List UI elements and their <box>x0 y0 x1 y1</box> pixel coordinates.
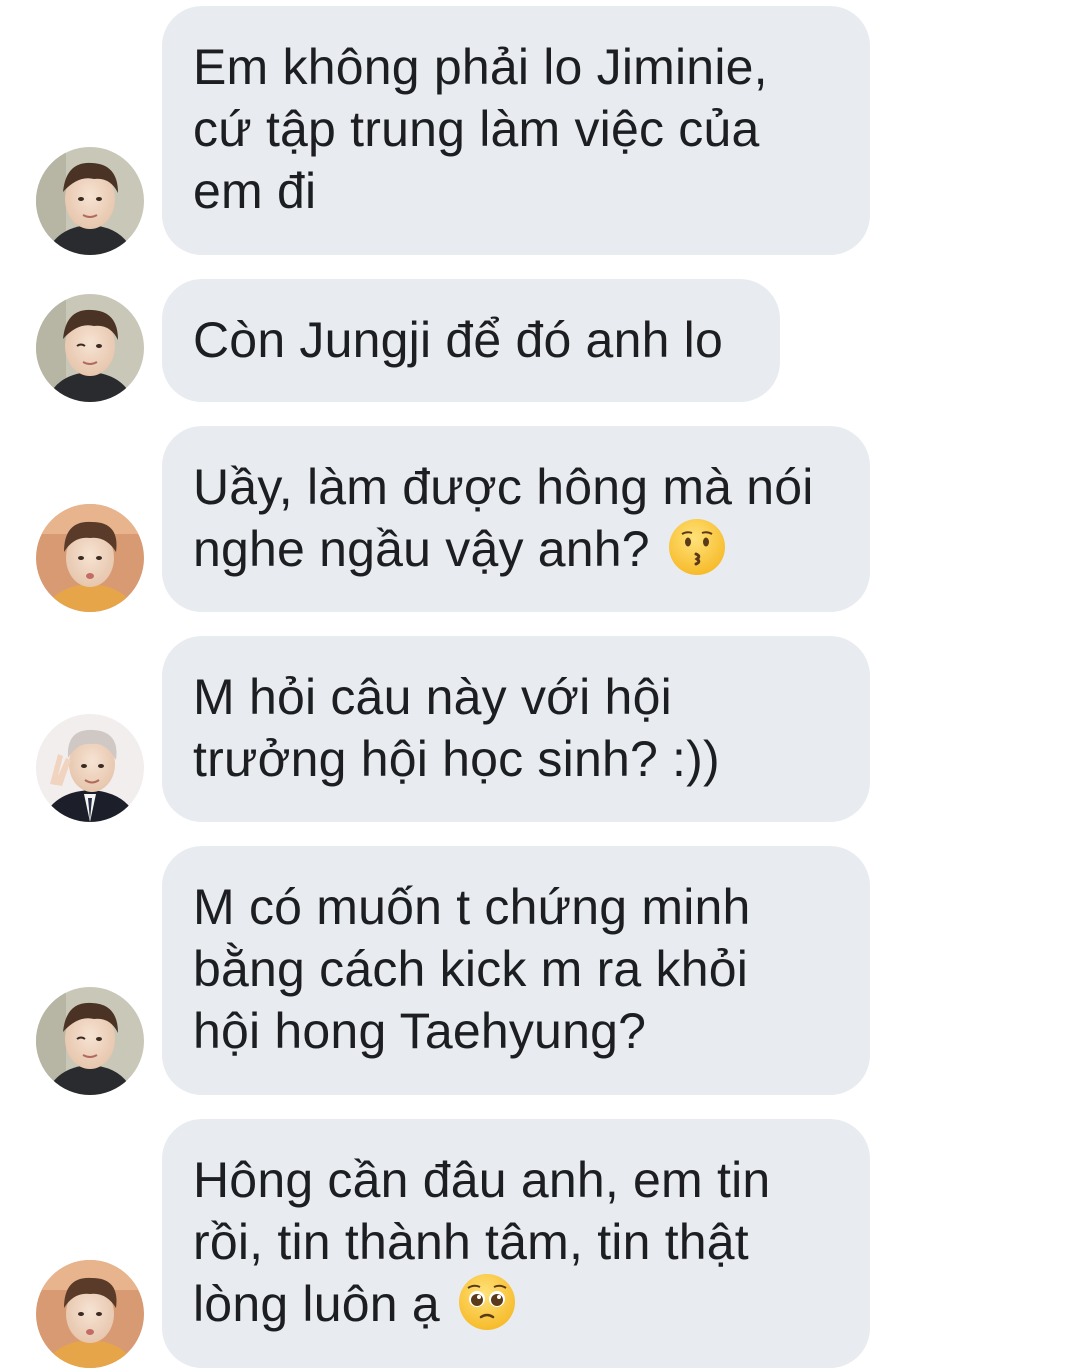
message-bubble: Hông cần đâu anh, em tin rồi, tin thành … <box>162 1119 870 1368</box>
message-text: rồi, tin thành tâm, tin thật <box>193 1214 749 1270</box>
message-text: Còn Jungji để đó anh lo <box>193 312 723 368</box>
kissing-face-emoji-icon <box>668 518 726 576</box>
message-bubble: M có muốn t chứng minh bằng cách kick m … <box>162 846 870 1095</box>
avatar-namjoon[interactable] <box>36 714 144 822</box>
message-text: em đi <box>193 163 317 219</box>
avatar-jin[interactable] <box>36 147 144 255</box>
message-text: Hông cần đâu anh, em tin <box>193 1152 771 1208</box>
message-text: trưởng hội học sinh? :)) <box>193 731 720 787</box>
avatar-taehyung[interactable] <box>36 504 144 612</box>
message-text: M có muốn t chứng minh <box>193 879 751 935</box>
message-bubble: Em không phải lo Jiminie, cứ tập trung l… <box>162 6 870 255</box>
message-bubble: Uầy, làm được hông mà nói nghe ngầu vậy … <box>162 426 870 612</box>
message-bubble: M hỏi câu này với hội trưởng hội học sin… <box>162 636 870 822</box>
message-text: lòng luôn ạ <box>193 1276 440 1332</box>
message-text-with-emoji: nghe ngầu vậy anh? <box>193 518 838 580</box>
message-text: nghe ngầu vậy anh? <box>193 521 650 577</box>
avatar-jin[interactable] <box>36 294 144 402</box>
message-text: M hỏi câu này với hội <box>193 669 672 725</box>
avatar-taehyung[interactable] <box>36 1260 144 1368</box>
message-bubble: Còn Jungji để đó anh lo <box>162 279 780 402</box>
message-text: Uầy, làm được hông mà nói <box>193 459 814 515</box>
pleading-face-emoji-icon <box>458 1273 516 1331</box>
message-text-with-emoji: lòng luôn ạ <box>193 1273 838 1335</box>
message-text: bằng cách kick m ra khỏi <box>193 941 749 997</box>
message-text: cứ tập trung làm việc của <box>193 101 760 157</box>
message-text: Em không phải lo Jiminie, <box>193 39 768 95</box>
message-text: hội hong Taehyung? <box>193 1003 647 1059</box>
avatar-jin[interactable] <box>36 987 144 1095</box>
